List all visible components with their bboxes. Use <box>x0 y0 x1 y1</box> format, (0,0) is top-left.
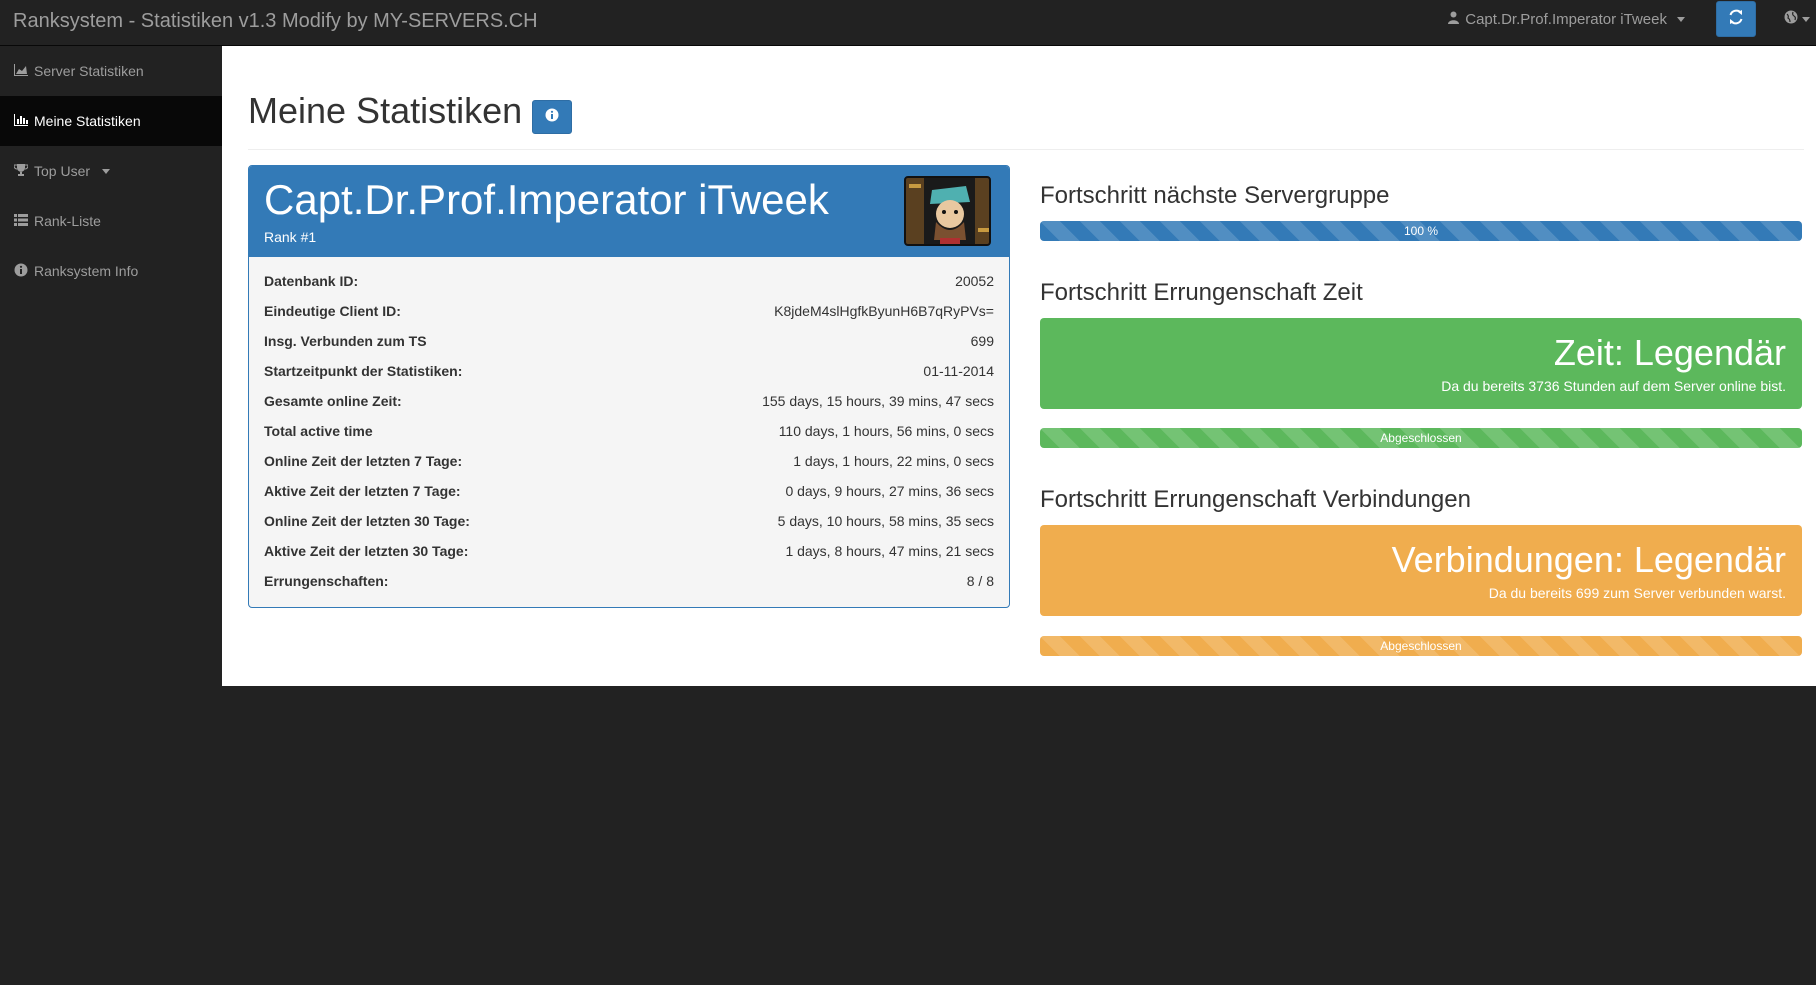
stat-value: 1 days, 8 hours, 47 mins, 21 secs <box>785 543 994 559</box>
stat-label: Datenbank ID: <box>264 273 359 289</box>
stat-label: Startzeitpunkt der Statistiken: <box>264 363 463 379</box>
stat-row: Gesamte online Zeit: 155 days, 15 hours,… <box>264 386 994 416</box>
time-achievement-progress: Abgeschlossen <box>1040 428 1802 448</box>
area-chart-icon <box>14 63 28 79</box>
stat-value: K8jdeM4slHgfkByunH6B7qRyPVs= <box>774 303 994 319</box>
stat-label: Aktive Zeit der letzten 7 Tage: <box>264 483 461 499</box>
top-navbar: Ranksystem - Statistiken v1.3 Modify by … <box>0 0 1816 46</box>
stat-value: 155 days, 15 hours, 39 mins, 47 secs <box>762 393 994 409</box>
servergroup-progress-bar: 100 % <box>1040 221 1802 241</box>
sidebar-item-label: Rank-Liste <box>34 213 101 229</box>
time-achievement-description: Da du bereits 3736 Stunden auf dem Serve… <box>1441 378 1786 394</box>
info-button[interactable] <box>532 100 572 134</box>
time-achievement-title: Fortschritt Errungenschaft Zeit <box>1040 279 1363 306</box>
stat-value: 8 / 8 <box>966 573 994 589</box>
stat-label: Aktive Zeit der letzten 30 Tage: <box>264 543 469 559</box>
stat-label: Errungenschaften: <box>264 573 389 589</box>
connections-achievement-progress: Abgeschlossen <box>1040 636 1802 656</box>
info-circle-icon <box>14 263 28 280</box>
avatar <box>904 176 991 246</box>
sidebar-item-rank-liste[interactable]: Rank-Liste <box>0 196 222 246</box>
connections-achievement-label: Verbindungen: Legendär <box>1391 539 1786 580</box>
stat-label: Insg. Verbunden zum TS <box>264 333 427 349</box>
list-icon <box>14 213 28 229</box>
stat-row: Datenbank ID: 20052 <box>264 266 994 296</box>
time-achievement-box: Zeit: Legendär Da du bereits 3736 Stunde… <box>1040 318 1802 409</box>
info-icon <box>545 108 559 127</box>
sidebar-item-label: Top User <box>34 163 91 179</box>
user-icon <box>1448 11 1460 28</box>
servergroup-progress: 100 % <box>1040 221 1802 241</box>
sidebar-item-label: Meine Statistiken <box>34 113 141 129</box>
user-menu[interactable]: Capt.Dr.Prof.Imperator iTweek <box>1448 11 1685 28</box>
stat-value: 5 days, 10 hours, 58 mins, 35 secs <box>777 513 994 529</box>
profile-panel: Capt.Dr.Prof.Imperator iTweek Rank #1 Da… <box>248 165 1010 608</box>
stat-label: Online Zeit der letzten 30 Tage: <box>264 513 470 529</box>
chevron-down-icon <box>1677 17 1685 22</box>
app-brand[interactable]: Ranksystem - Statistiken v1.3 Modify by … <box>13 10 538 33</box>
globe-icon <box>1784 10 1798 29</box>
stat-value: 110 days, 1 hours, 56 mins, 0 secs <box>778 423 994 439</box>
stat-row: Online Zeit der letzten 30 Tage: 5 days,… <box>264 506 994 536</box>
connections-achievement-box: Verbindungen: Legendär Da du bereits 699… <box>1040 525 1802 616</box>
profile-name: Capt.Dr.Prof.Imperator iTweek <box>264 176 829 223</box>
stat-label: Online Zeit der letzten 7 Tage: <box>264 453 463 469</box>
servergroup-progress-title: Fortschritt nächste Servergruppe <box>1040 182 1390 209</box>
page-wrapper: Meine Statistiken Capt.Dr.Prof.Imperator… <box>222 46 1816 686</box>
connections-achievement-description: Da du bereits 699 zum Server verbunden w… <box>1488 585 1786 601</box>
stat-value: 01-11-2014 <box>923 363 994 379</box>
user-name: Capt.Dr.Prof.Imperator iTweek <box>1465 11 1667 28</box>
stat-value: 20052 <box>955 273 994 289</box>
trophy-icon <box>13 163 29 179</box>
sidebar-item-ranksystem-info[interactable]: Ranksystem Info <box>0 246 222 296</box>
sidebar-item-server-statistiken[interactable]: Server Statistiken <box>0 46 222 96</box>
stat-label: Gesamte online Zeit: <box>264 393 402 409</box>
profile-stats-table: Datenbank ID: 20052 Eindeutige Client ID… <box>264 266 994 596</box>
stat-row: Online Zeit der letzten 7 Tage: 1 days, … <box>264 446 994 476</box>
chevron-down-icon <box>1802 17 1810 22</box>
stat-row: Eindeutige Client ID: K8jdeM4slHgfkByunH… <box>264 296 994 326</box>
stat-value: 699 <box>970 333 994 349</box>
sidebar-item-meine-statistiken[interactable]: Meine Statistiken <box>0 96 222 146</box>
chevron-down-icon <box>102 168 111 174</box>
refresh-button[interactable] <box>1716 1 1756 37</box>
sidebar: Server Statistiken Meine Statistiken Top… <box>0 46 222 985</box>
bar-chart-icon <box>14 113 28 129</box>
page-header: Meine Statistiken <box>248 90 1804 150</box>
page-title: Meine Statistiken <box>248 90 523 131</box>
stat-label: Total active time <box>264 423 373 439</box>
profile-panel-heading: Capt.Dr.Prof.Imperator iTweek Rank #1 <box>249 166 1009 257</box>
stat-row: Total active time 110 days, 1 hours, 56 … <box>264 416 994 446</box>
sidebar-item-label: Ranksystem Info <box>34 263 139 279</box>
language-menu[interactable] <box>1784 10 1810 29</box>
stat-row: Insg. Verbunden zum TS 699 <box>264 326 994 356</box>
stat-label: Eindeutige Client ID: <box>264 303 401 319</box>
sidebar-item-top-user[interactable]: Top User <box>0 146 222 196</box>
time-achievement-progress-bar: Abgeschlossen <box>1040 428 1802 448</box>
stat-row: Aktive Zeit der letzten 30 Tage: 1 days,… <box>264 536 994 566</box>
refresh-icon <box>1728 9 1744 30</box>
time-achievement-label: Zeit: Legendär <box>1553 332 1786 373</box>
stat-row: Errungenschaften: 8 / 8 <box>264 566 994 596</box>
sidebar-item-label: Server Statistiken <box>34 63 144 79</box>
stat-row: Startzeitpunkt der Statistiken: 01-11-20… <box>264 356 994 386</box>
profile-rank: Rank #1 <box>264 229 317 245</box>
connections-achievement-progress-bar: Abgeschlossen <box>1040 636 1802 656</box>
connections-achievement-title: Fortschritt Errungenschaft Verbindungen <box>1040 486 1471 513</box>
stat-value: 1 days, 1 hours, 22 mins, 0 secs <box>793 453 994 469</box>
stat-row: Aktive Zeit der letzten 7 Tage: 0 days, … <box>264 476 994 506</box>
stat-value: 0 days, 9 hours, 27 mins, 36 secs <box>785 483 994 499</box>
